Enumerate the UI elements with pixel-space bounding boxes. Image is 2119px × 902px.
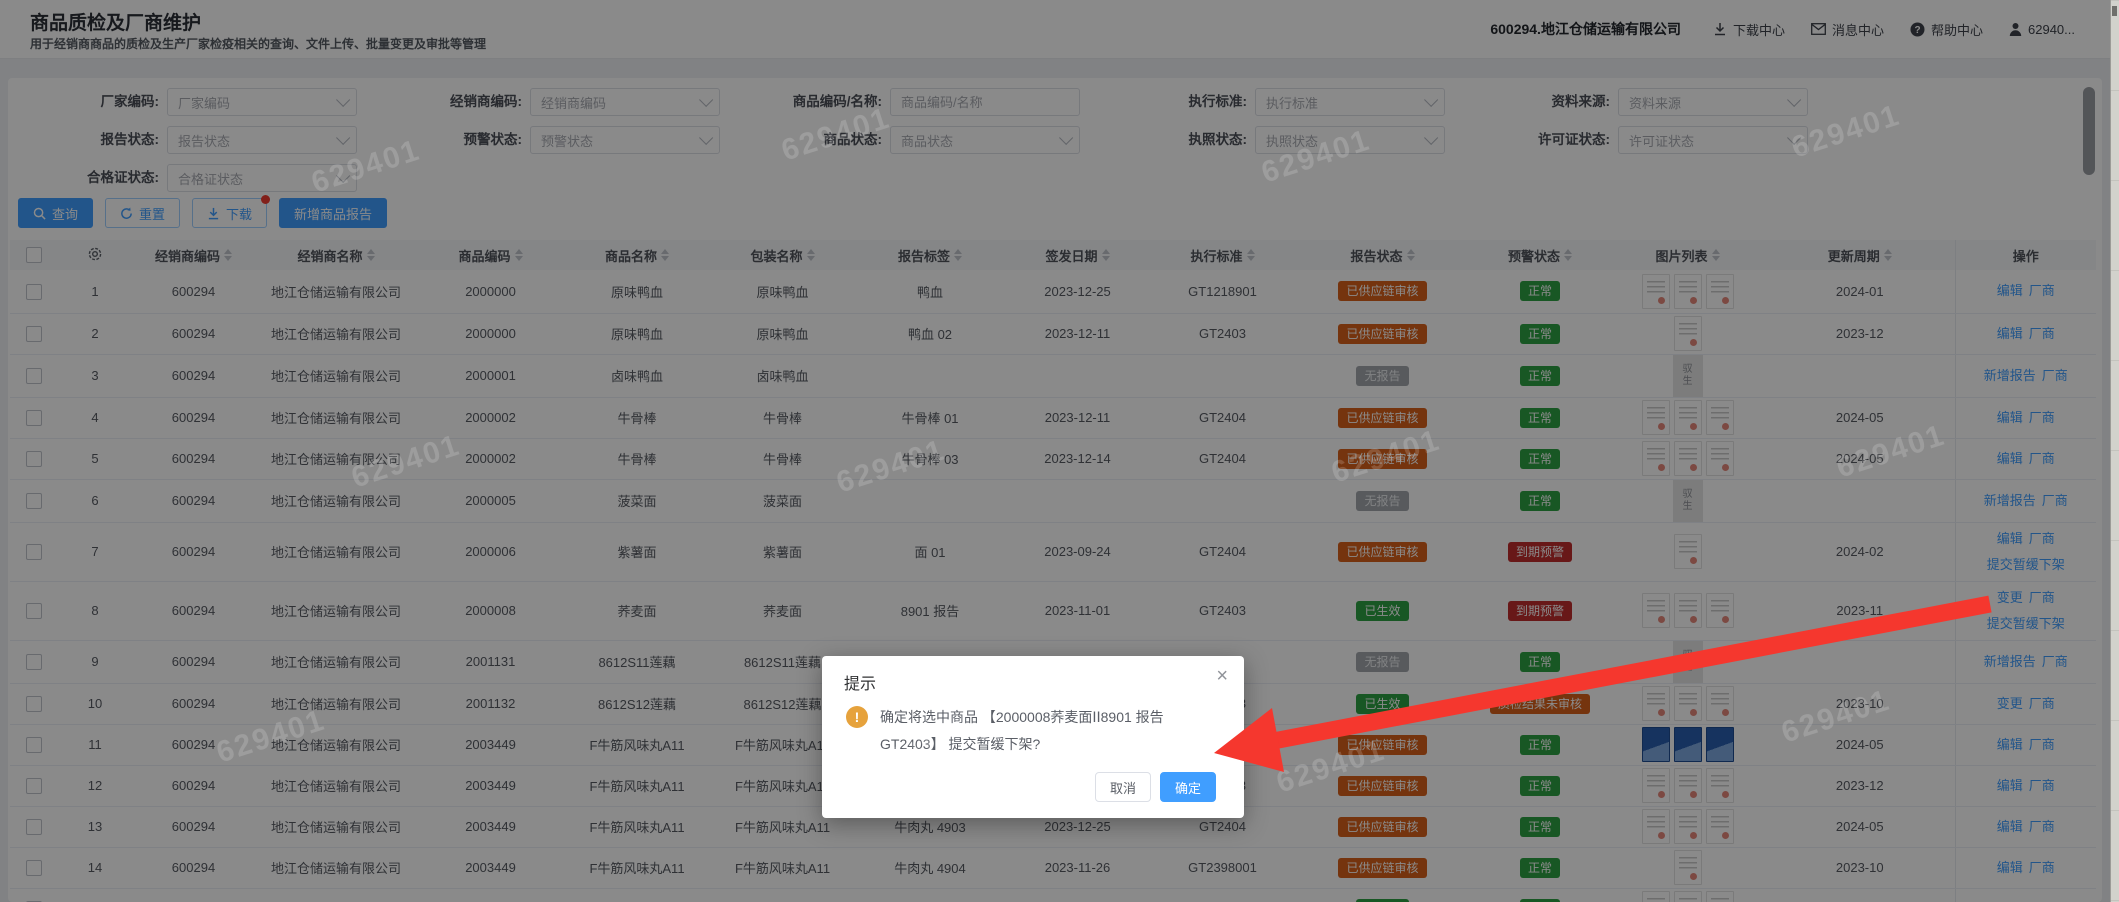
- external-window-sliver: [2110, 0, 2119, 902]
- confirm-button[interactable]: 确定: [1160, 772, 1216, 802]
- cancel-button[interactable]: 取消: [1095, 772, 1151, 802]
- dialog-title: 提示: [844, 676, 877, 693]
- confirm-dialog: 提示 × ! 确定将选中商品 【2000008荞麦面ⅠⅠ8901 报告 GT24…: [822, 656, 1244, 818]
- warning-icon: !: [846, 706, 868, 728]
- app: 商品质检及厂商维护 用于经销商商品的质检及生产厂家检疫相关的查询、文件上传、批量…: [0, 0, 2119, 902]
- close-icon[interactable]: ×: [1216, 666, 1228, 686]
- dialog-message: 确定将选中商品 【2000008荞麦面ⅠⅠ8901 报告 GT2403】 提交暂…: [880, 709, 1164, 752]
